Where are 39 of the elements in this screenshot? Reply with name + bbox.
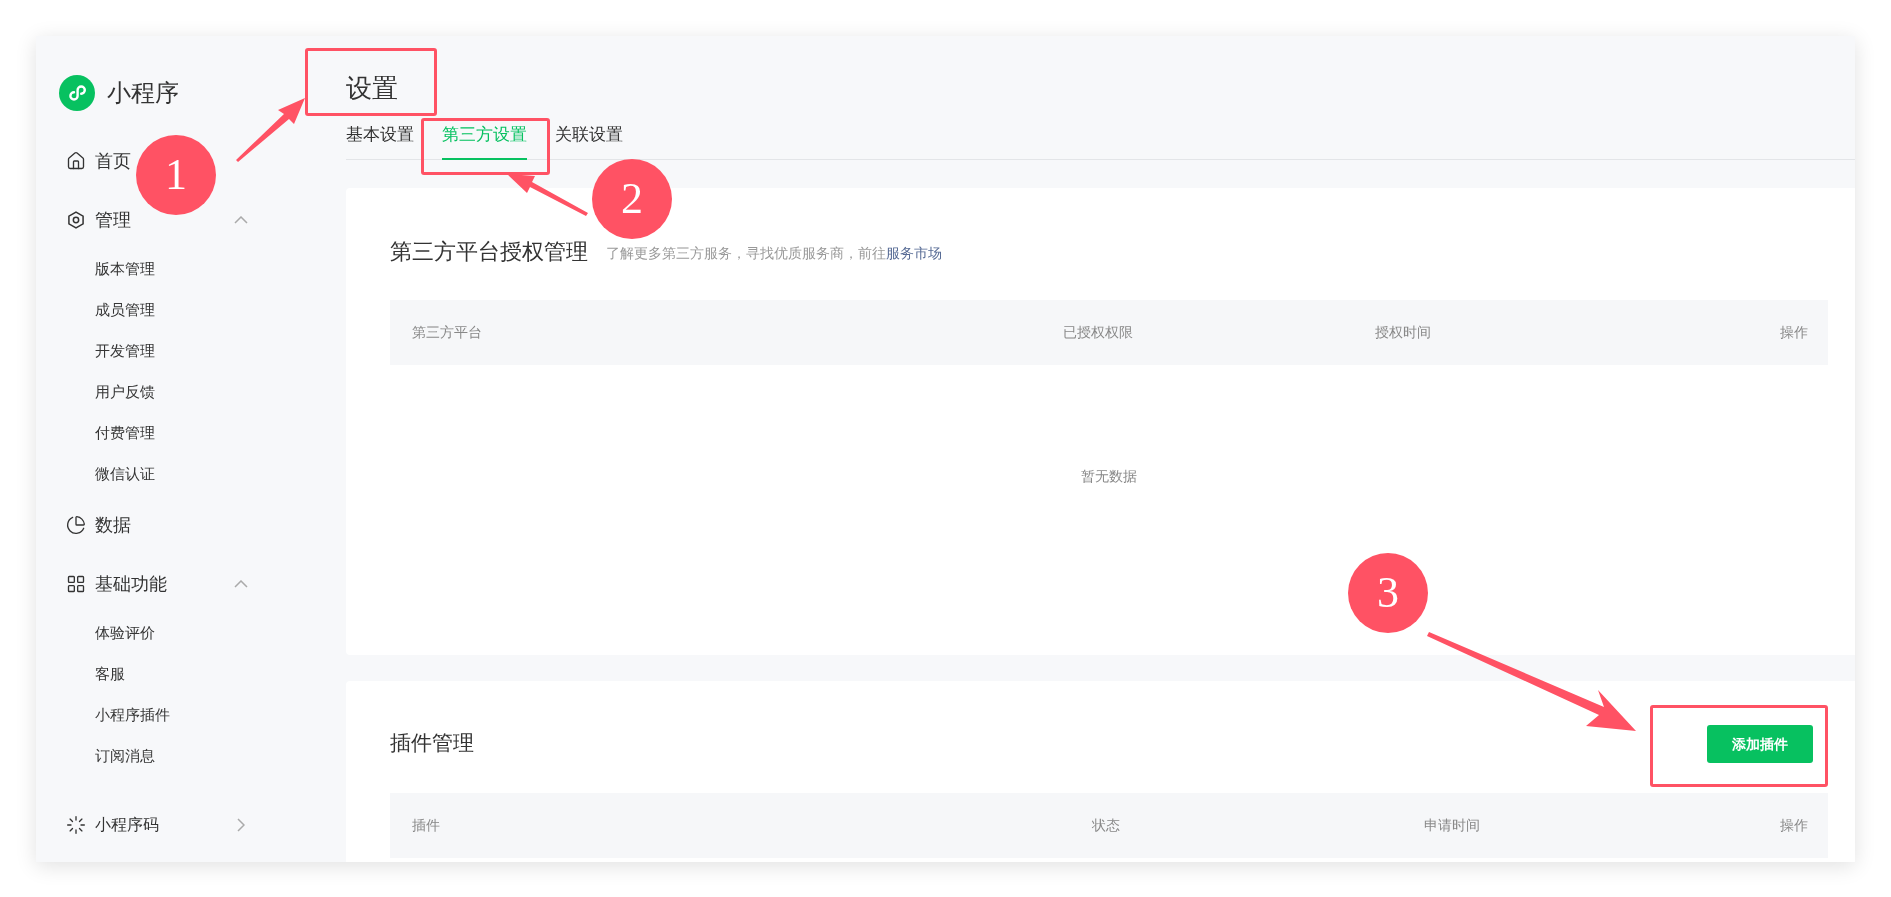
grid-icon <box>66 573 86 594</box>
nav-item[interactable]: 首页 <box>95 147 131 174</box>
column-header: 状态 <box>1092 816 1121 835</box>
nav-subitem[interactable]: 订阅消息 <box>95 745 155 768</box>
nav-subitem[interactable]: 成员管理 <box>95 299 155 322</box>
column-header: 插件 <box>412 816 441 835</box>
nav-item[interactable]: 基础功能 <box>95 570 167 597</box>
nav-item[interactable]: 管理 <box>95 206 131 233</box>
logo-icon <box>59 75 95 111</box>
page-title: 设置 <box>346 72 398 104</box>
column-header: 已授权权限 <box>1063 323 1134 342</box>
nav-subitem[interactable]: 付费管理 <box>95 422 155 445</box>
tab[interactable]: 关联设置 <box>555 122 623 160</box>
nav-item[interactable]: 数据 <box>95 511 131 538</box>
app-name: 小程序 <box>107 78 179 109</box>
radial-icon <box>66 814 86 835</box>
column-header: 操作 <box>1780 816 1808 835</box>
nav-item[interactable]: 小程序码 <box>95 812 159 837</box>
section-title: 第三方平台授权管理 <box>390 237 588 266</box>
column-header: 申请时间 <box>1424 816 1481 835</box>
column-header: 操作 <box>1780 323 1808 342</box>
nav-subitem[interactable]: 小程序插件 <box>95 704 170 727</box>
arrow <box>236 98 305 162</box>
empty-text: 暂无数据 <box>1081 466 1137 486</box>
nav-subitem[interactable]: 微信认证 <box>95 463 155 486</box>
hexagon-icon <box>66 209 86 230</box>
nav-subitem[interactable]: 版本管理 <box>95 258 155 281</box>
column-header: 授权时间 <box>1375 323 1432 342</box>
nav-subitem[interactable]: 开发管理 <box>95 340 155 363</box>
nav-subitem[interactable]: 体验评价 <box>95 622 155 645</box>
section-title: 插件管理 <box>390 730 474 758</box>
nav-subitem[interactable]: 客服 <box>95 663 125 686</box>
pie-chart-icon <box>66 514 86 535</box>
service-market-link[interactable]: 服务市场 <box>886 244 942 261</box>
nav-subitem[interactable]: 用户反馈 <box>95 381 155 404</box>
home-icon <box>66 150 86 171</box>
section-description: 了解更多第三方服务，寻找优质服务商，前往 <box>606 244 886 261</box>
column-header: 第三方平台 <box>412 323 483 342</box>
tab[interactable]: 基本设置 <box>346 122 414 160</box>
